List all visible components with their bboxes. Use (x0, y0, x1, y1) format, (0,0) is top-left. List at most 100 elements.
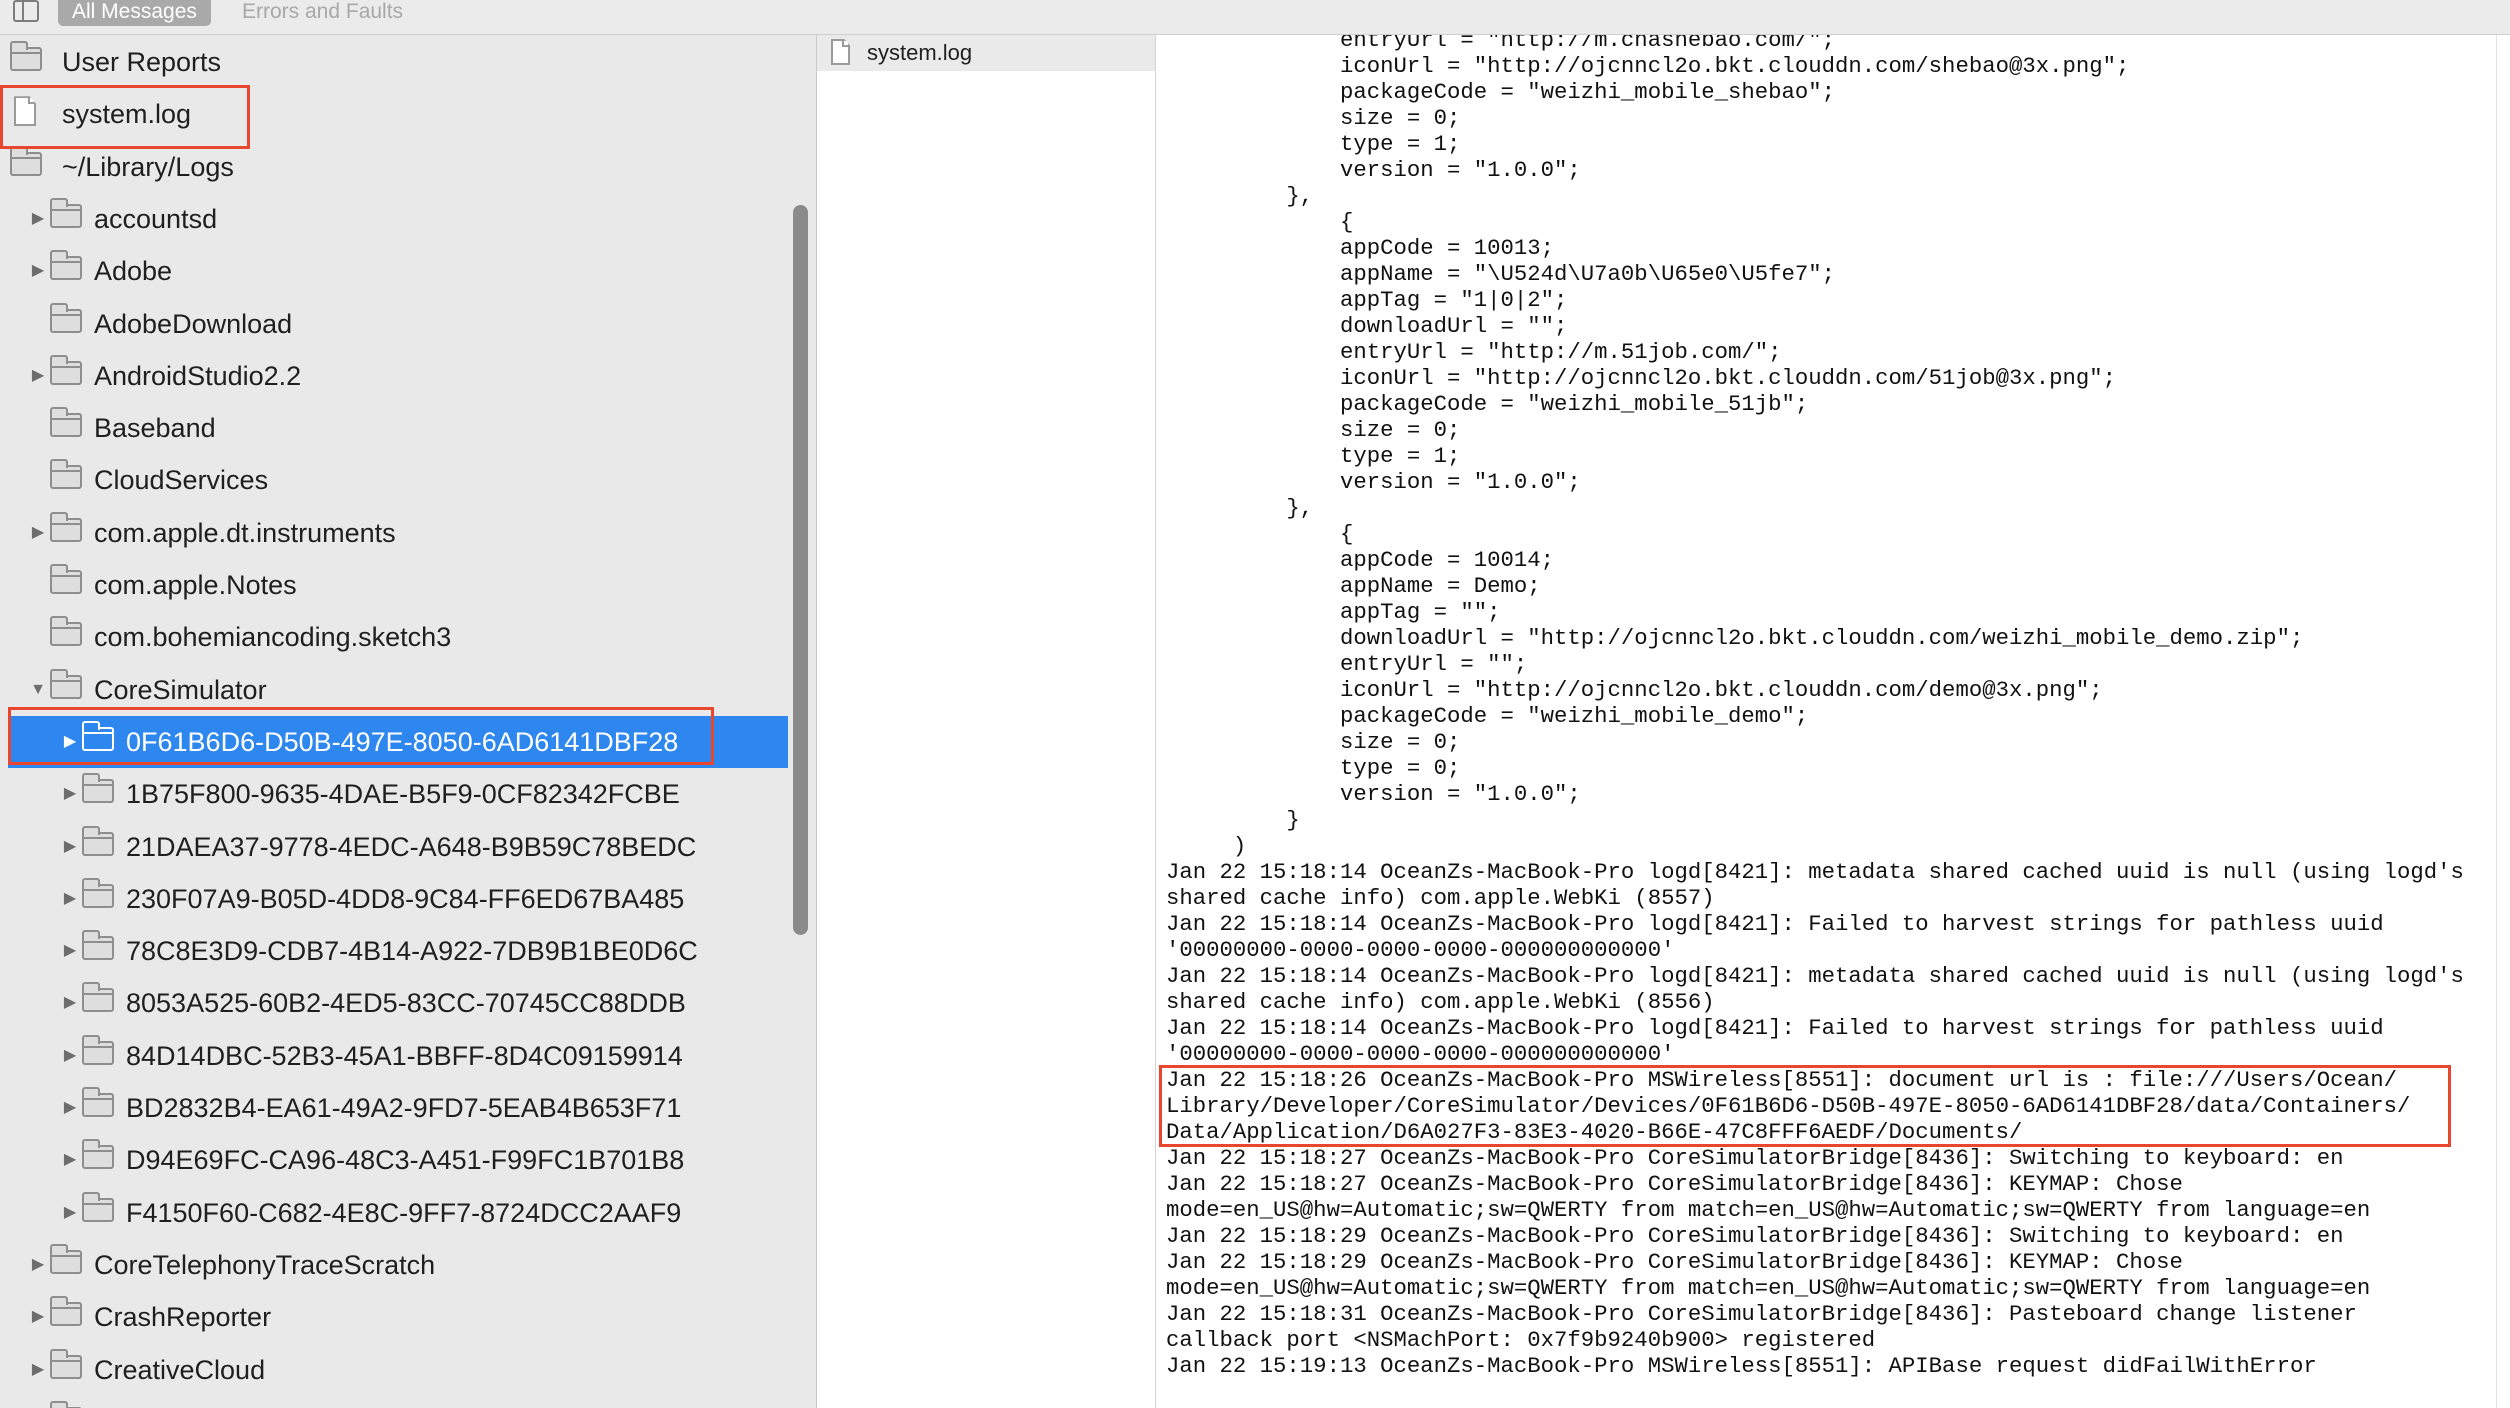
sidebar-item-label: 84D14DBC-52B3-45A1-BBFF-8D4C09159914 (126, 1040, 683, 1071)
sidebar-item-label: F4150F60-C682-4E8C-9FF7-8724DCC2AAF9 (126, 1197, 682, 1228)
sidebar-item-user-reports[interactable]: User Reports (0, 36, 790, 88)
sidebar-item-label: User Reports (62, 47, 222, 77)
folder-icon (50, 616, 82, 647)
folder-icon (82, 982, 114, 1013)
sidebar-item-accountsd[interactable]: ▶ accountsd (0, 193, 790, 245)
disclosure-collapsed-icon[interactable]: ▶ (28, 1344, 48, 1396)
folder-icon (50, 459, 82, 490)
folder-icon (10, 145, 42, 176)
tab-all-messages[interactable]: All Messages (58, 0, 211, 26)
sidebar-item-label: Adobe (94, 256, 173, 287)
disclosure-collapsed-icon[interactable]: ▶ (60, 1082, 80, 1134)
folder-icon (50, 407, 82, 438)
sidebar-item-label: 0F61B6D6-D50B-497E-8050-6AD6141DBF28 (126, 726, 679, 757)
folder-icon (82, 1191, 114, 1222)
sidebar-item-adobedownload[interactable]: AdobeDownload (0, 298, 790, 350)
tab-errors-and-faults[interactable]: Errors and Faults (228, 0, 417, 26)
sidebar-item-label: system.log (62, 99, 192, 130)
folder-icon (82, 720, 114, 751)
disclosure-collapsed-icon[interactable]: ▶ (28, 350, 48, 402)
sidebar-item-baseband[interactable]: Baseband (0, 402, 790, 454)
disclosure-collapsed-icon[interactable]: ▶ (60, 1030, 80, 1082)
folder-icon (50, 564, 82, 594)
folder-icon (50, 354, 82, 385)
sidebar-item-label: 8053A525-60B2-4ED5-83CC-70745CC88DDB (126, 988, 686, 1019)
sidebar-item-label: CreativeCloud (94, 1354, 266, 1385)
sidebar-item-label: 21DAEA37-9778-4EDC-A648-B9B59C78BEDC (126, 831, 697, 862)
sidebar-item-crashreporter[interactable]: ▶ CrashReporter (0, 1291, 790, 1343)
disclosure-collapsed-icon[interactable]: ▶ (28, 245, 48, 297)
log-scroll-track[interactable] (2496, 35, 2510, 1408)
disclosure-collapsed-icon[interactable]: ▶ (60, 925, 80, 977)
sidebar-item-label: BD2832B4-EA61-49A2-9FD7-5EAB4B653F71 (126, 1093, 682, 1123)
sidebar-item-com-bohemiancoding-sketch3[interactable]: com.bohemiancoding.sketch3 (0, 611, 790, 663)
sidebar-item-84d14dbc-52b3-45a1-bbff-8d4c09159914[interactable]: ▶ 84D14DBC-52B3-45A1-BBFF-8D4C09159914 (0, 1030, 790, 1082)
folder-icon (50, 1296, 82, 1327)
sidebar-scrollbar[interactable] (793, 205, 808, 935)
sidebar-item-label: CSXS (94, 1396, 168, 1408)
sidebar-item-creativecloud[interactable]: ▶ CreativeCloud (0, 1344, 790, 1396)
sidebar-item-androidstudio2-2[interactable]: ▶ AndroidStudio2.2 (0, 350, 790, 402)
folder-icon (82, 1087, 114, 1117)
sidebar-item-label: 1B75F800-9635-4DAE-B5F9-0CF82342FCBE (126, 779, 680, 810)
disclosure-collapsed-icon[interactable]: ▶ (60, 977, 80, 1029)
sidebar-item-21daea37-9778-4edc-a648-b9b59c78bedc[interactable]: ▶ 21DAEA37-9778-4EDC-A648-B9B59C78BEDC (0, 821, 790, 873)
folder-icon (50, 302, 82, 333)
sidebar-item-library-logs[interactable]: ~/Library/Logs (0, 141, 790, 193)
sidebar-item-78c8e3d9-cdb7-4b14-a922-7db9b1be0d6c[interactable]: ▶ 78C8E3D9-CDB7-4B14-A922-7DB9B1BE0D6C (0, 925, 790, 977)
disclosure-collapsed-icon[interactable]: ▶ (60, 768, 80, 820)
sidebar-item-com-apple-dt-instruments[interactable]: ▶ com.apple.dt.instruments (0, 507, 790, 559)
log-viewer[interactable]: entryUrl = "http://m.chashebao.com/"; ic… (1156, 35, 2496, 1408)
sidebar-item-cloudservices[interactable]: CloudServices (0, 454, 790, 506)
disclosure-collapsed-icon[interactable]: ▶ (60, 716, 80, 768)
sidebar-item-label: CoreSimulator (94, 674, 267, 705)
sidebar-item-1b75f800-9635-4dae-b5f9-0cf82342fcbe[interactable]: ▶ 1B75F800-9635-4DAE-B5F9-0CF82342FCBE (0, 768, 790, 820)
sidebar-item-label: CrashReporter (94, 1302, 272, 1333)
log-text: entryUrl = "http://m.chashebao.com/"; ic… (1166, 35, 2464, 1379)
disclosure-expanded-icon[interactable]: ▼ (28, 664, 48, 716)
sidebar-item-label: com.bohemiancoding.sketch3 (94, 622, 452, 653)
disclosure-collapsed-icon[interactable]: ▶ (28, 1291, 48, 1343)
sidebar-item-com-apple-notes[interactable]: com.apple.Notes (0, 559, 790, 611)
sidebar-toggle-icon[interactable] (13, 0, 39, 22)
sidebar-item-coretelephonytracescratch[interactable]: ▶ CoreTelephonyTraceScratch (0, 1239, 790, 1291)
sidebar: User Reports system.log ~/Library/Logs ▶ acc… (0, 35, 817, 1408)
sidebar-item-230f07a9-b05d-4dd8-9c84-ff6ed67ba485[interactable]: ▶ 230F07A9-B05D-4DD8-9C84-FF6ED67BA485 (0, 873, 790, 925)
file-icon (831, 39, 850, 65)
folder-icon (50, 668, 82, 699)
sidebar-item-label: ~/Library/Logs (62, 151, 234, 182)
sidebar-item-f4150f60-c682-4e8c-9ff7-8724dcc2aaf9[interactable]: ▶ F4150F60-C682-4E8C-9FF7-8724DCC2AAF9 (0, 1187, 790, 1239)
sidebar-item-bd2832b4-ea61-49a2-9fd7-5eab4b653f71[interactable]: ▶ BD2832B4-EA61-49A2-9FD7-5EAB4B653F71 (0, 1082, 790, 1134)
disclosure-collapsed-icon[interactable]: ▶ (28, 1396, 48, 1408)
file-item-system-log[interactable]: system.log (817, 35, 1155, 71)
sidebar-item-0f61b6d6-d50b-497e-8050-6ad6141dbf28[interactable]: ▶ 0F61B6D6-D50B-497E-8050-6AD6141DBF28 (8, 715, 788, 768)
sidebar-item-system-log[interactable]: system.log (0, 88, 790, 140)
disclosure-collapsed-icon[interactable]: ▶ (28, 507, 48, 559)
folder-icon (50, 250, 82, 281)
disclosure-collapsed-icon[interactable]: ▶ (60, 1187, 80, 1239)
sidebar-item-d94e69fc-ca96-48c3-a451-f99fc1b701b8[interactable]: ▶ D94E69FC-CA96-48C3-A451-F99FC1B701B8 (0, 1134, 790, 1186)
sidebar-item-label: 230F07A9-B05D-4DD8-9C84-FF6ED67BA485 (126, 883, 685, 914)
folder-icon (50, 511, 82, 542)
sidebar-item-label: Baseband (94, 413, 216, 444)
folder-icon (82, 773, 114, 804)
disclosure-collapsed-icon[interactable]: ▶ (28, 1239, 48, 1291)
toolbar: All Messages Errors and Faults (0, 0, 2510, 35)
sidebar-item-label: 78C8E3D9-CDB7-4B14-A922-7DB9B1BE0D6C (126, 936, 698, 967)
folder-icon (82, 1034, 114, 1065)
disclosure-collapsed-icon[interactable]: ▶ (60, 821, 80, 873)
sidebar-item-label: AndroidStudio2.2 (94, 360, 302, 391)
folder-icon (82, 877, 114, 908)
folder-icon (50, 197, 82, 228)
sidebar-item-label: AdobeDownload (94, 308, 293, 339)
sidebar-item-csxs[interactable]: ▶ CSXS (0, 1396, 790, 1408)
sidebar-item-8053a525-60b2-4ed5-83cc-70745cc88ddb[interactable]: ▶ 8053A525-60B2-4ED5-83CC-70745CC88DDB (0, 977, 790, 1029)
sidebar-item-adobe[interactable]: ▶ Adobe (0, 245, 790, 297)
sidebar-item-label: com.apple.Notes (94, 570, 297, 600)
disclosure-collapsed-icon[interactable]: ▶ (28, 193, 48, 245)
disclosure-collapsed-icon[interactable]: ▶ (60, 873, 80, 925)
sidebar-item-coresimulator[interactable]: ▼ CoreSimulator (0, 664, 790, 716)
disclosure-collapsed-icon[interactable]: ▶ (60, 1134, 80, 1186)
sidebar-item-label: CoreTelephonyTraceScratch (94, 1249, 436, 1280)
file-list: system.log (817, 35, 1156, 1408)
